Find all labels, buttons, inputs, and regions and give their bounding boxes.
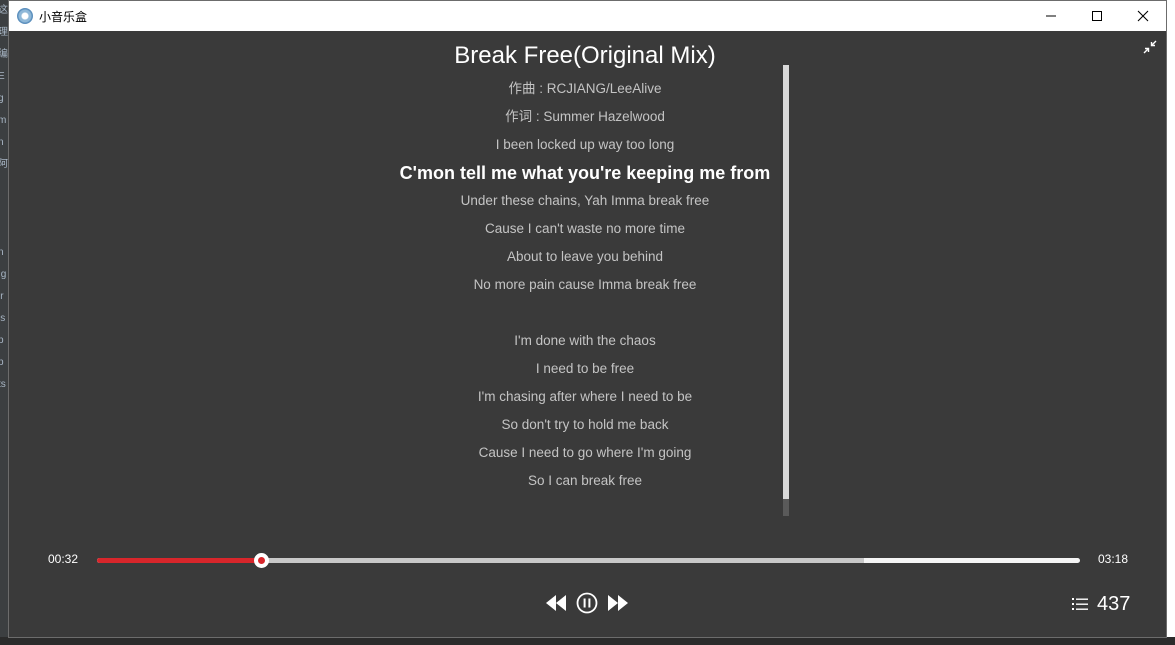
maximize-icon [1092,11,1102,21]
lyric-line: I need to be free [535,361,635,376]
background-app-fragment: ts [0,379,6,390]
lyric-line: Cause I can't waste no more time [485,221,685,236]
progress-bar[interactable] [97,553,1080,568]
composer-credit: 作曲 : RCJIANG/LeeAlive [508,81,662,96]
background-app-fragment [0,198,8,220]
background-app-fragment: p [0,357,4,368]
lyric-line: Under these chains, Yah Imma break free [460,193,710,208]
background-app-fragment: n [0,137,4,148]
next-button[interactable] [606,589,630,617]
close-button[interactable] [1120,1,1166,31]
lyric-line: So I can break free [527,473,643,488]
pause-button[interactable] [576,589,598,617]
previous-button[interactable] [544,589,568,617]
lyric-line: Cause I need to go where I'm going [478,445,692,460]
background-app-fragment: p [0,335,4,346]
minimize-icon [1046,15,1056,17]
lyric-line: I been locked up way too long [495,137,675,152]
background-app-fragment: n [0,247,4,258]
next-icon [608,595,628,611]
title-bar[interactable]: 小音乐盒 [9,1,1166,31]
background-app-fragment: m [0,115,7,126]
background-app-fragment: js [0,313,6,324]
background-app-fragment [0,220,8,242]
music-box-icon [17,8,33,24]
previous-icon [546,595,566,611]
minimize-button[interactable] [1028,1,1074,31]
current-lyric-line: C'mon tell me what you're keeping me fro… [399,163,771,183]
player-window: 小音乐盒 Break Free(Original Mix) 作曲 : RCJIA… [8,0,1167,638]
playlist-icon [1072,598,1088,610]
background-app-fragment: 理 [0,27,8,38]
lyric-line: So don't try to hold me back [501,417,669,432]
lyric-line: I'm chasing after where I need to be [477,389,693,404]
background-app-fragment: 编 [0,49,8,60]
progress-handle[interactable] [254,553,270,568]
background-app-fragment: 阿 [0,159,8,170]
background-app-fragment [0,176,8,198]
lyrics-panel[interactable]: 作曲 : RCJIANG/LeeAlive 作词 : Summer Hazelw… [385,75,785,495]
lyric-line: About to leave you behind [506,249,664,264]
background-app-fragment: 这 [0,5,8,16]
background-app-strip: 这理编Egmn阿n.girjsppts [0,0,8,645]
close-icon [1137,10,1149,22]
lyric-line: I'm done with the chaos [514,333,656,348]
lyric-line: No more pain cause Imma break free [473,277,697,292]
background-app-fragment: ir [0,291,4,302]
progress-played [97,558,262,563]
playback-controls [544,589,634,617]
playlist-button[interactable]: 437 [1071,591,1130,617]
playlist-count: 437 [1097,592,1131,615]
current-time: 00:32 [48,552,79,566]
window-title: 小音乐盒 [39,9,88,24]
lyricist-credit: 作词 : Summer Hazelwood [505,109,665,124]
background-app-fragment: g [0,93,4,104]
pause-icon [576,592,598,614]
background-taskbar [0,637,1175,645]
background-app-right [1167,0,1175,645]
maximize-button[interactable] [1074,1,1120,31]
background-app-fragment: .g [0,269,7,280]
lyric-line [385,299,785,327]
lyrics-scroll-thumb[interactable] [783,65,789,499]
background-app-fragment: E [0,71,5,82]
song-title: Break Free(Original Mix) [454,42,716,69]
lyrics-scrollbar[interactable] [783,65,789,516]
total-time: 03:18 [1098,552,1129,566]
